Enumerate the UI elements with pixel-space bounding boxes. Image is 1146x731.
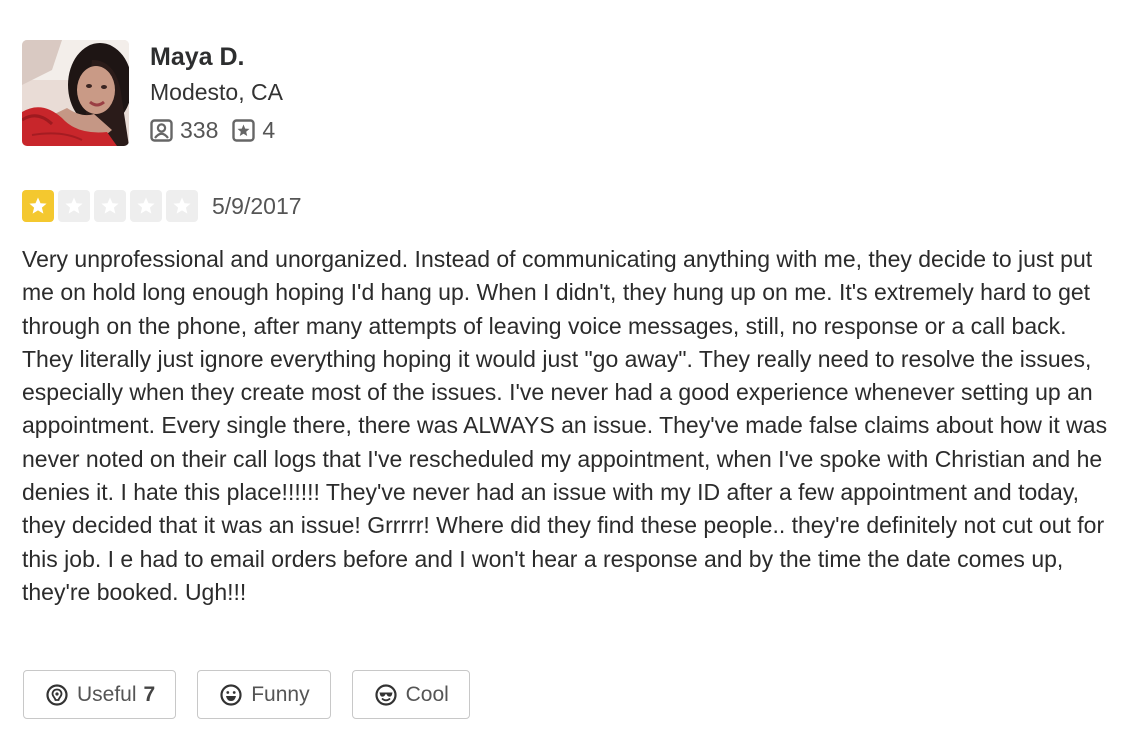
review-date: 5/9/2017	[212, 193, 302, 219]
user-name[interactable]: Maya D.	[150, 42, 289, 72]
reviews-count: 4	[262, 117, 276, 143]
star-icon	[130, 190, 162, 222]
star-rating	[22, 190, 202, 222]
useful-count: 7	[143, 682, 156, 706]
cool-button[interactable]: Cool	[351, 670, 470, 719]
friends-stat: 338	[150, 115, 218, 145]
star-icon	[94, 190, 126, 222]
cool-label: Cool	[405, 682, 449, 706]
star-icon	[166, 190, 198, 222]
friends-icon	[150, 118, 173, 142]
useful-label: Useful	[77, 682, 137, 706]
user-info: Maya D. Modesto, CA 338 4	[150, 40, 289, 146]
review-star-icon	[232, 118, 256, 142]
lightbulb-pin-icon	[46, 683, 68, 706]
friends-count: 338	[180, 117, 219, 143]
user-passport: Maya D. Modesto, CA 338 4	[22, 40, 289, 146]
avatar[interactable]	[22, 40, 129, 146]
useful-button[interactable]: Useful 7	[23, 670, 177, 719]
user-stats: 338 4	[150, 115, 289, 145]
sunglasses-icon	[374, 683, 397, 706]
rating-row: 5/9/2017	[22, 190, 302, 222]
funny-button[interactable]: Funny	[197, 670, 331, 719]
user-location: Modesto, CA	[150, 79, 283, 105]
reviews-stat: 4	[232, 115, 275, 145]
review-text: Very unprofessional and unorganized. Ins…	[22, 246, 1108, 605]
star-icon	[22, 190, 54, 222]
reaction-buttons: Useful 7 Funny Cool	[23, 670, 491, 719]
star-icon	[58, 190, 90, 222]
funny-label: Funny	[251, 682, 310, 706]
smiley-icon	[220, 683, 242, 706]
